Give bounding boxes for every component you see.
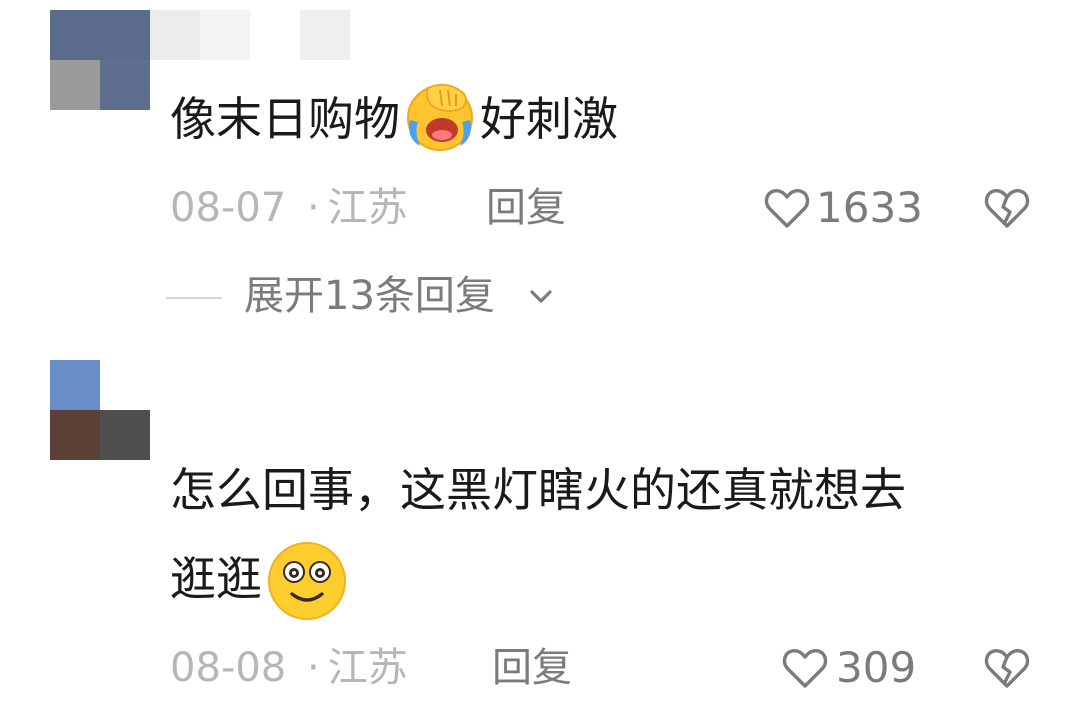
avatar[interactable]: [50, 10, 150, 110]
reply-button[interactable]: 回复: [486, 184, 566, 232]
comment-meta: 08-08 · 江苏: [170, 644, 408, 692]
username-redacted[interactable]: [150, 10, 350, 60]
wide-eyed-smile-emoji-icon: [262, 542, 352, 620]
comment-date: 08-08: [170, 645, 287, 691]
like-count: 309: [836, 643, 917, 692]
comment-text: 像末日购物 好刺激: [170, 83, 618, 151]
like-count: 1633: [816, 183, 923, 232]
broken-heart-icon[interactable]: [984, 648, 1030, 690]
comment-text-line: 逛逛: [170, 542, 352, 620]
meta-separator: ·: [306, 185, 320, 231]
broken-heart-icon[interactable]: [984, 188, 1030, 230]
reply-button[interactable]: 回复: [492, 644, 572, 692]
meta-separator: ·: [306, 645, 320, 691]
comment-text-part: 好刺激: [480, 92, 618, 146]
divider: [166, 297, 222, 299]
comment-text-line: 怎么回事，这黑灯瞎火的还真就想去: [170, 463, 906, 517]
heart-outline-icon: [782, 648, 828, 688]
facepalm-crying-emoji-icon: [400, 83, 480, 151]
chevron-down-icon: [530, 290, 552, 303]
comment-meta: 08-07 · 江苏: [170, 184, 408, 232]
expand-replies-label: 展开13条回复: [244, 273, 495, 319]
comment-text-part: 像末日购物: [170, 92, 400, 146]
comment-location: 江苏: [327, 185, 408, 231]
comment-date: 08-07: [170, 185, 287, 231]
heart-outline-icon: [764, 188, 810, 228]
comment-location: 江苏: [327, 645, 408, 691]
avatar[interactable]: [50, 360, 150, 460]
comment-text-part: 逛逛: [170, 552, 262, 606]
